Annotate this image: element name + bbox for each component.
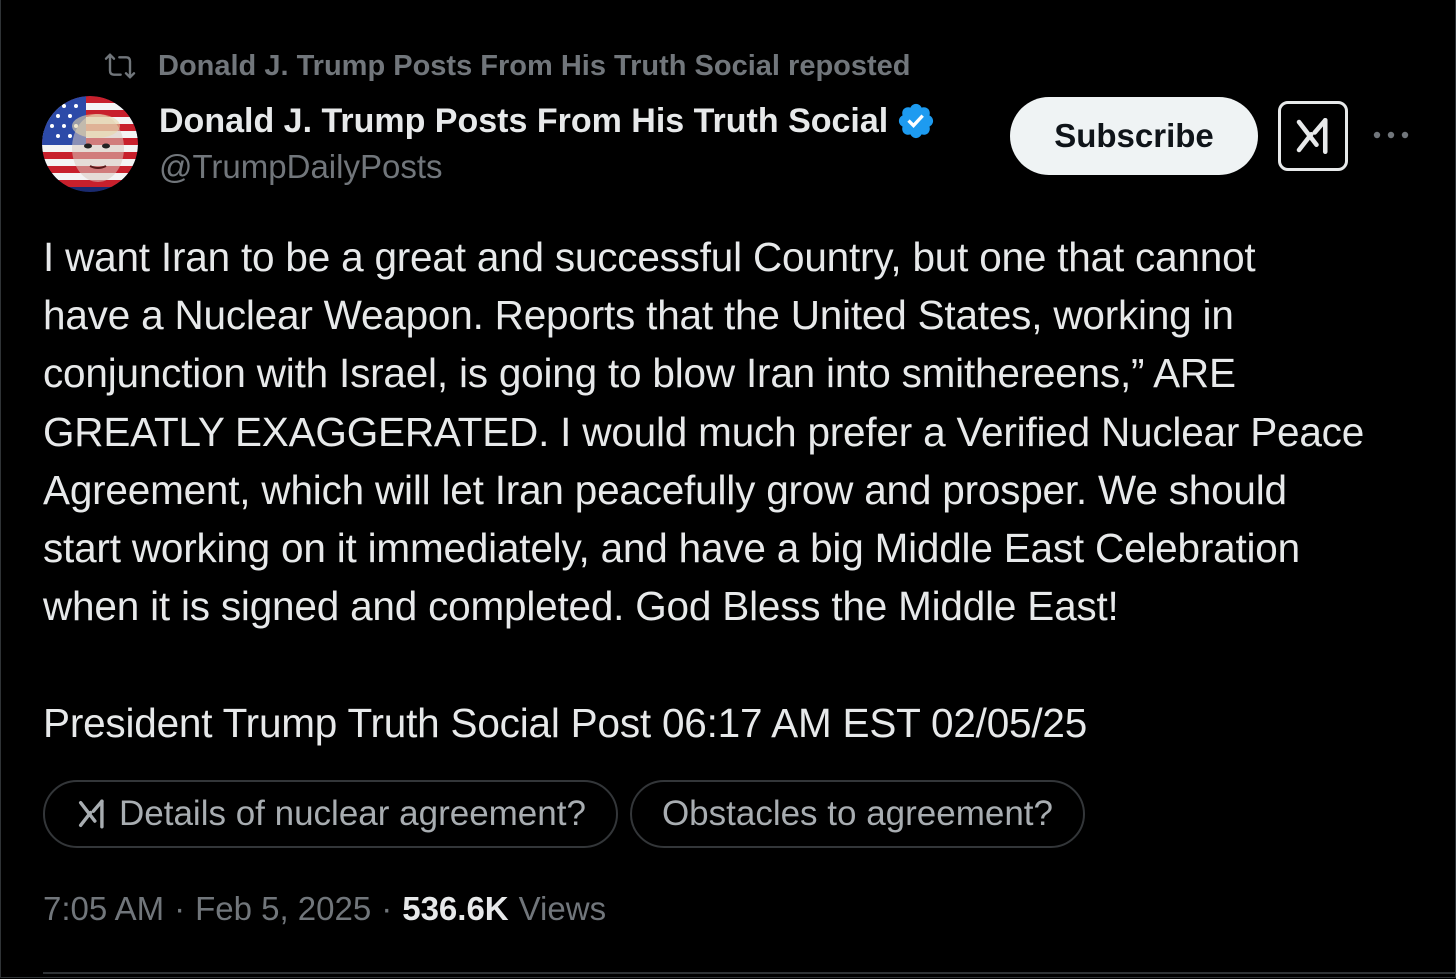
grok-icon (75, 797, 109, 831)
flag-portrait-avatar (42, 96, 138, 192)
divider (43, 972, 1456, 974)
author-name[interactable]: Donald J. Trump Posts From His Truth Soc… (159, 102, 888, 141)
grok-suggestion-chip[interactable]: Obstacles to agreement? (629, 780, 1085, 848)
author-handle[interactable]: @TrumpDailyPosts (159, 148, 443, 186)
grok-suggestions: Details of nuclear agreement? Obstacles … (43, 780, 1085, 848)
repost-text: Donald J. Trump Posts From His Truth Soc… (158, 49, 911, 82)
post-text: I want Iran to be a great and successful… (43, 234, 1365, 630)
grok-suggestion-chip[interactable]: Details of nuclear agreement? (43, 780, 618, 848)
author-name-row[interactable]: Donald J. Trump Posts From His Truth Soc… (159, 98, 936, 144)
post-meta: 7:05 AM · Feb 5, 2025 · 536.6K Views (43, 890, 606, 928)
avatar[interactable] (42, 96, 138, 192)
post-date[interactable]: Feb 5, 2025 (195, 890, 371, 928)
grok-icon (1296, 117, 1328, 155)
repost-indicator[interactable]: Donald J. Trump Posts From His Truth Soc… (100, 46, 911, 86)
grok-button[interactable] (1278, 101, 1348, 171)
subscribe-button[interactable]: Subscribe (1010, 97, 1258, 175)
meta-separator: · (174, 890, 186, 927)
repost-icon (100, 46, 140, 86)
more-icon (1373, 131, 1409, 139)
grok-suggestion-label: Details of nuclear agreement? (119, 794, 586, 833)
verified-badge-icon[interactable] (896, 101, 936, 141)
views-count: 536.6K (402, 890, 509, 927)
meta-separator: · (381, 890, 393, 927)
grok-suggestion-label: Obstacles to agreement? (661, 794, 1053, 833)
post-signature: President Trump Truth Social Post 06:17 … (43, 700, 1088, 746)
more-options-button[interactable] (1368, 112, 1414, 158)
post-time[interactable]: 7:05 AM (43, 890, 164, 928)
views-label: Views (518, 890, 607, 927)
